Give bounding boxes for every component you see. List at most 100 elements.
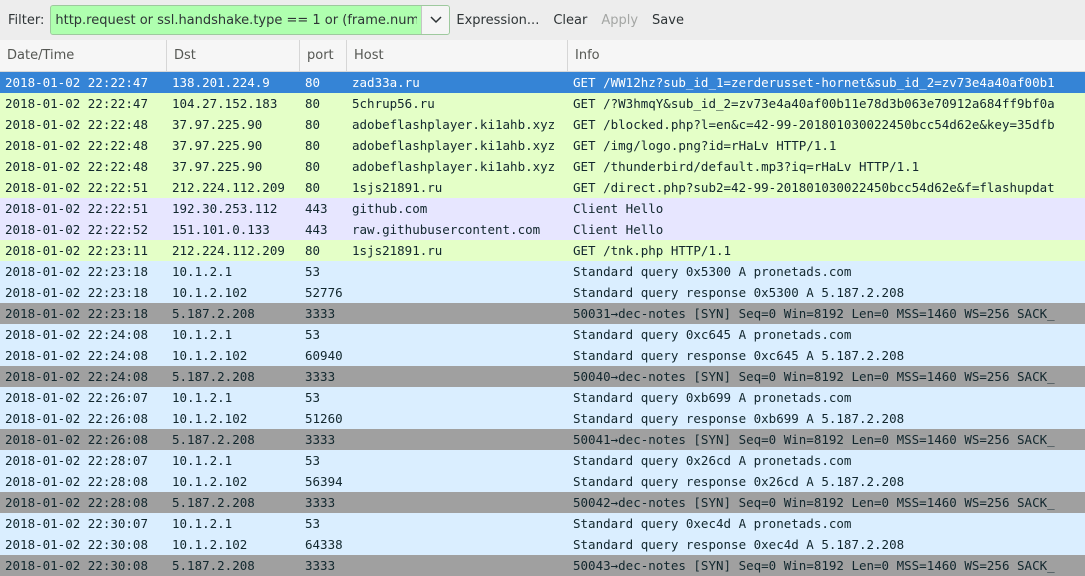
- cell-info: 50043→dec-notes [SYN] Seq=0 Win=8192 Len…: [573, 558, 1055, 573]
- packet-row[interactable]: 2018-01-02 22:30:08 5.187.2.208 3333 50043→…: [0, 555, 1085, 576]
- cell-dst: 37.97.225.90: [172, 159, 263, 174]
- cell-datetime: 2018-01-02 22:22:48: [5, 159, 148, 174]
- cell-host: [347, 261, 568, 282]
- cell-dst: 10.1.2.102: [172, 474, 248, 489]
- packet-row[interactable]: 2018-01-02 22:22:52 151.101.0.133 443 raw.g…: [0, 219, 1085, 240]
- cell-host: [347, 282, 568, 303]
- packet-row[interactable]: 2018-01-02 22:22:48 37.97.225.90 80 adobefl…: [0, 114, 1085, 135]
- cell-host: [347, 555, 568, 576]
- packet-row[interactable]: 2018-01-02 22:23:18 5.187.2.208 3333 50031→…: [0, 303, 1085, 324]
- cell-port: 3333: [305, 369, 336, 384]
- cell-port: 80: [305, 75, 321, 90]
- cell-host: [347, 345, 568, 366]
- cell-port: 52776: [305, 285, 343, 300]
- expression-button[interactable]: Expression...: [456, 13, 539, 28]
- apply-button[interactable]: Apply: [601, 13, 638, 28]
- packet-row[interactable]: 2018-01-02 22:24:08 10.1.2.1 53 Standard qu…: [0, 324, 1085, 345]
- cell-info: Standard query response 0x5300 A 5.187.2…: [573, 285, 905, 300]
- packet-row[interactable]: 2018-01-02 22:22:48 37.97.225.90 80 adobefl…: [0, 156, 1085, 177]
- column-header-dst[interactable]: Dst: [167, 40, 300, 72]
- packet-row[interactable]: 2018-01-02 22:28:08 5.187.2.208 3333 50042→…: [0, 492, 1085, 513]
- packet-row[interactable]: 2018-01-02 22:23:18 10.1.2.1 53 Standard qu…: [0, 261, 1085, 282]
- column-header-port[interactable]: port: [300, 40, 347, 72]
- cell-info: GET /?W3hmqY&sub_id_2=zv73e4a40af00b11e7…: [573, 96, 1055, 111]
- packet-row[interactable]: 2018-01-02 22:26:08 5.187.2.208 3333 50041→…: [0, 429, 1085, 450]
- cell-info: 50041→dec-notes [SYN] Seq=0 Win=8192 Len…: [573, 432, 1055, 447]
- cell-port: 443: [305, 201, 328, 216]
- filter-dropdown-button[interactable]: [421, 6, 450, 34]
- column-header-info[interactable]: Info: [568, 40, 1085, 72]
- packet-row[interactable]: 2018-01-02 22:26:07 10.1.2.1 53 Standard qu…: [0, 387, 1085, 408]
- cell-datetime: 2018-01-02 22:23:11: [5, 243, 148, 258]
- packet-row[interactable]: 2018-01-02 22:28:07 10.1.2.1 53 Standard qu…: [0, 450, 1085, 471]
- clear-button[interactable]: Clear: [553, 13, 587, 28]
- cell-port: 51260: [305, 411, 343, 426]
- packet-row[interactable]: 2018-01-02 22:24:08 10.1.2.102 60940 Standa…: [0, 345, 1085, 366]
- cell-port: 53: [305, 390, 321, 405]
- cell-dst: 5.187.2.208: [172, 558, 255, 573]
- cell-info: GET /WW12hz?sub_id_1=zerderusset-hornet&…: [573, 75, 1055, 90]
- cell-host: [347, 366, 568, 387]
- cell-dst: 37.97.225.90: [172, 138, 263, 153]
- cell-port: 80: [305, 159, 321, 174]
- cell-datetime: 2018-01-02 22:28:08: [5, 474, 148, 489]
- filter-label: Filter:: [8, 12, 45, 28]
- cell-host: 1sjs21891.ru: [352, 243, 443, 258]
- cell-dst: 151.101.0.133: [172, 222, 270, 237]
- packet-row[interactable]: 2018-01-02 22:28:08 10.1.2.102 56394 Standa…: [0, 471, 1085, 492]
- cell-info: GET /direct.php?sub2=42-99-2018010300224…: [573, 180, 1055, 195]
- cell-port: 80: [305, 117, 321, 132]
- cell-info: Standard query 0xb699 A pronetads.com: [573, 390, 852, 405]
- cell-info: Client Hello: [573, 222, 664, 237]
- cell-datetime: 2018-01-02 22:22:47: [5, 75, 148, 90]
- packet-row[interactable]: 2018-01-02 22:22:48 37.97.225.90 80 adobefl…: [0, 135, 1085, 156]
- save-button[interactable]: Save: [652, 13, 684, 28]
- cell-info: 50042→dec-notes [SYN] Seq=0 Win=8192 Len…: [573, 495, 1055, 510]
- cell-host: 5chrup56.ru: [352, 96, 435, 111]
- cell-dst: 10.1.2.1: [172, 453, 233, 468]
- cell-dst: 138.201.224.9: [172, 75, 270, 90]
- column-header-host[interactable]: Host: [347, 40, 568, 72]
- display-filter-combo[interactable]: [50, 5, 451, 35]
- cell-datetime: 2018-01-02 22:30:08: [5, 537, 148, 552]
- chevron-down-icon: [430, 16, 442, 24]
- packet-row[interactable]: 2018-01-02 22:30:08 10.1.2.102 64338 Standa…: [0, 534, 1085, 555]
- cell-port: 80: [305, 96, 321, 111]
- cell-port: 80: [305, 180, 321, 195]
- packet-row[interactable]: 2018-01-02 22:22:51 192.30.253.112 443 gith…: [0, 198, 1085, 219]
- cell-port: 53: [305, 264, 321, 279]
- cell-port: 80: [305, 138, 321, 153]
- packet-row[interactable]: 2018-01-02 22:22:47 104.27.152.183 80 5chru…: [0, 93, 1085, 114]
- packet-row[interactable]: 2018-01-02 22:30:07 10.1.2.1 53 Standard qu…: [0, 513, 1085, 534]
- packet-row[interactable]: 2018-01-02 22:24:08 5.187.2.208 3333 50040→…: [0, 366, 1085, 387]
- cell-dst: 212.224.112.209: [172, 180, 285, 195]
- column-header-datetime[interactable]: Date/Time: [0, 40, 167, 72]
- cell-dst: 192.30.253.112: [172, 201, 278, 216]
- cell-host: [347, 513, 568, 534]
- cell-info: 50040→dec-notes [SYN] Seq=0 Win=8192 Len…: [573, 369, 1055, 384]
- packet-row[interactable]: 2018-01-02 22:23:11 212.224.112.209 80 1sjs…: [0, 240, 1085, 261]
- packet-row[interactable]: 2018-01-02 22:22:47 138.201.224.9 80 zad33a…: [0, 72, 1085, 93]
- cell-dst: 10.1.2.102: [172, 285, 248, 300]
- cell-port: 60940: [305, 348, 343, 363]
- cell-datetime: 2018-01-02 22:24:08: [5, 327, 148, 342]
- cell-dst: 10.1.2.1: [172, 264, 233, 279]
- cell-dst: 10.1.2.1: [172, 390, 233, 405]
- cell-port: 64338: [305, 537, 343, 552]
- cell-host: zad33a.ru: [352, 75, 420, 90]
- display-filter-input[interactable]: [51, 6, 422, 34]
- cell-datetime: 2018-01-02 22:22:47: [5, 96, 148, 111]
- packet-row[interactable]: 2018-01-02 22:23:18 10.1.2.102 52776 Standa…: [0, 282, 1085, 303]
- cell-info: Standard query response 0x26cd A 5.187.2…: [573, 474, 905, 489]
- cell-datetime: 2018-01-02 22:24:08: [5, 348, 148, 363]
- cell-datetime: 2018-01-02 22:22:48: [5, 138, 148, 153]
- cell-dst: 5.187.2.208: [172, 369, 255, 384]
- packet-row[interactable]: 2018-01-02 22:22:51 212.224.112.209 80 1sjs…: [0, 177, 1085, 198]
- cell-host: adobeflashplayer.ki1ahb.xyz: [352, 159, 556, 174]
- cell-host: [347, 492, 568, 513]
- cell-host: [347, 408, 568, 429]
- cell-info: Standard query 0x26cd A pronetads.com: [573, 453, 852, 468]
- cell-port: 443: [305, 222, 328, 237]
- cell-info: 50031→dec-notes [SYN] Seq=0 Win=8192 Len…: [573, 306, 1055, 321]
- packet-row[interactable]: 2018-01-02 22:26:08 10.1.2.102 51260 Standa…: [0, 408, 1085, 429]
